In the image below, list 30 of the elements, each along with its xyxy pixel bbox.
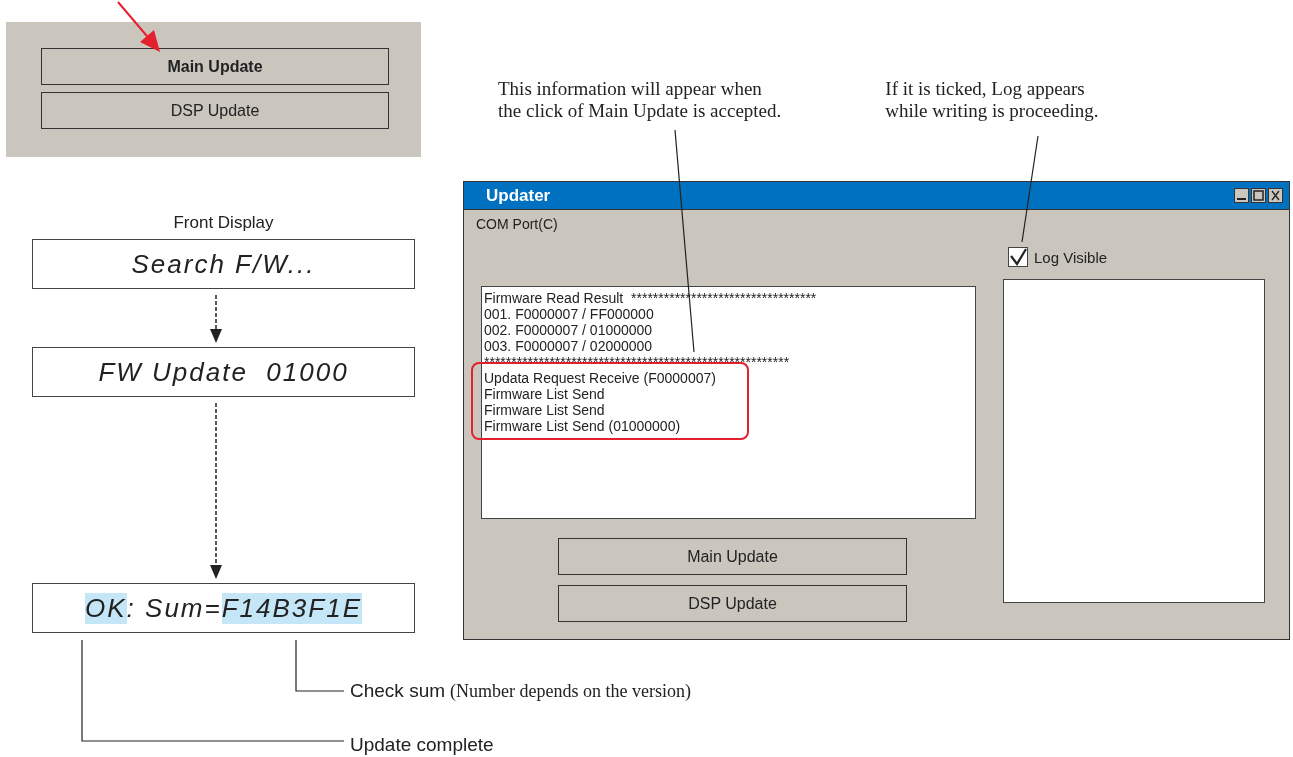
- update-button[interactable]: Main Update: [41, 48, 389, 85]
- window-title: Updater: [486, 185, 551, 206]
- display-text: Search F/W...: [131, 248, 316, 280]
- log-line: Updata Request Receive (F0000007): [484, 370, 717, 386]
- update-button[interactable]: DSP Update: [558, 585, 907, 622]
- callout-text: If it is ticked, Log appears while writing is proceeding.: [885, 78, 1099, 123]
- update-button[interactable]: DSP Update: [41, 92, 389, 129]
- log-line: 003. F0000007 / 02000000: [484, 338, 654, 354]
- log-line: Firmware List Send (01000000): [484, 418, 682, 434]
- callout-text: This information will appear when the click of Main Update is accepted.: [498, 78, 782, 123]
- display-title: Front Display: [172, 213, 275, 233]
- log-line: ********************************************************: [484, 354, 791, 370]
- note-label: Update complete: [350, 734, 494, 756]
- update-button[interactable]: Main Update: [558, 538, 907, 575]
- log-line: 001. F0000007 / FF000000: [484, 306, 655, 322]
- note-label: Check sum: [350, 680, 446, 702]
- display-text: : Sum=: [126, 592, 222, 624]
- menu-item[interactable]: COM Port(C): [476, 216, 558, 232]
- display-text: F14B3F1E: [221, 592, 362, 624]
- checkbox-label: Log Visible: [1034, 248, 1108, 266]
- note-detail: (Number depends on the version): [450, 681, 691, 702]
- maximize-icon[interactable]: [1251, 188, 1266, 203]
- display-text: OK: [85, 592, 127, 624]
- close-icon[interactable]: [1268, 188, 1283, 203]
- checkbox[interactable]: [1008, 247, 1028, 267]
- log-line: 002. F0000007 / 01000000: [484, 322, 654, 338]
- display-text: FW Update 01000: [98, 356, 349, 388]
- log-line: Firmware List Send: [484, 386, 606, 402]
- log-line: Firmware List Send: [484, 402, 606, 418]
- minimize-icon[interactable]: [1234, 188, 1249, 203]
